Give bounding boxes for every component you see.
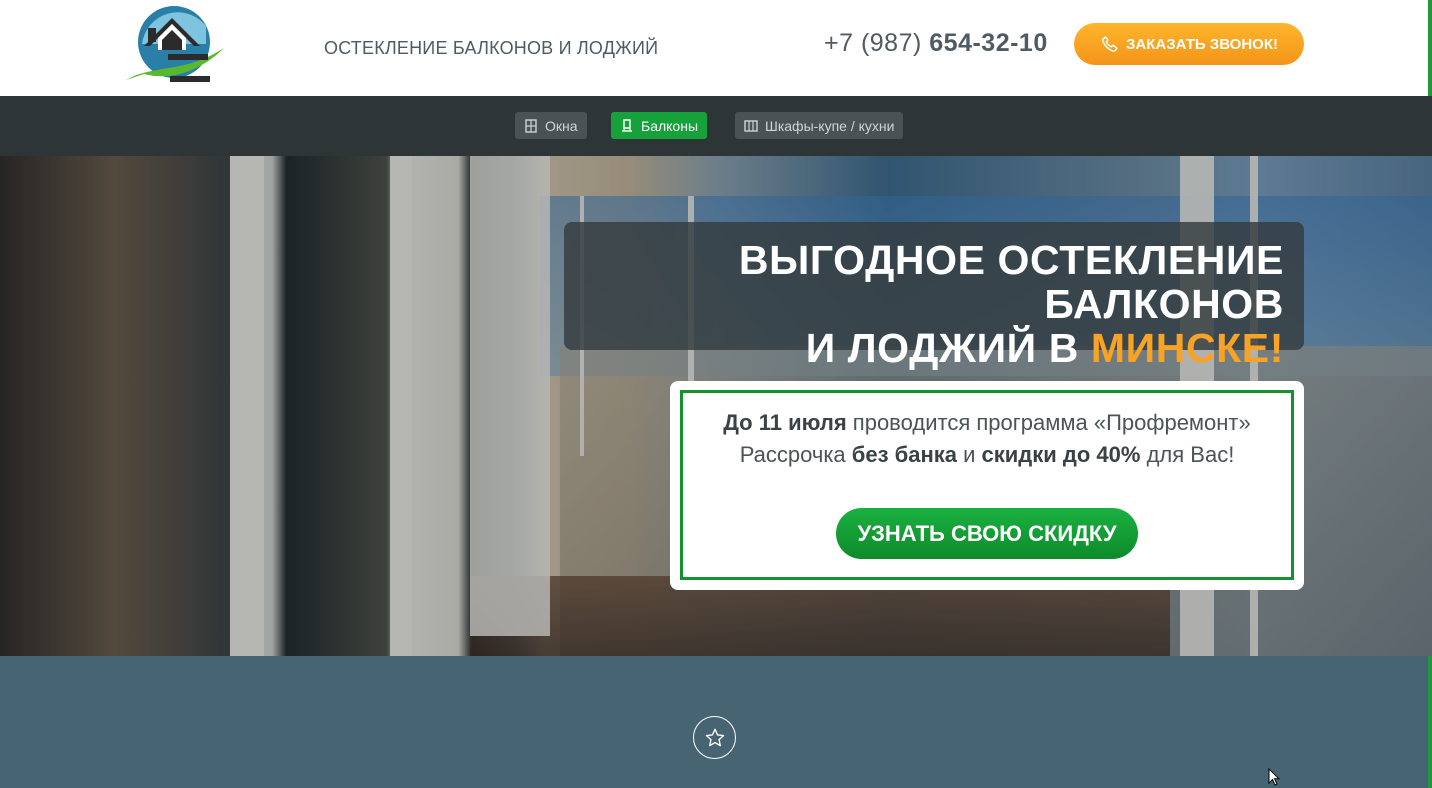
balcony-icon (622, 118, 632, 132)
features-section (0, 656, 1432, 788)
nav-item-windows[interactable]: Окна (515, 112, 587, 139)
site-header: ОСТЕКЛЕНИЕ БАЛКОНОВ И ЛОДЖИЙ +7 (987) 65… (0, 0, 1432, 96)
window-icon (525, 118, 537, 133)
promo-line-1: До 11 июля проводится программа «Профрем… (683, 407, 1291, 439)
star-icon (705, 728, 724, 746)
star-badge (693, 716, 736, 759)
headline-line-1: ВЫГОДНОЕ ОСТЕКЛЕНИЕ БАЛКОНОВ (738, 237, 1284, 327)
promo-program-text: проводится программа «Профремонт» (846, 410, 1251, 435)
promo-no-bank: без банка (851, 442, 958, 467)
headline-line-2-text: И ЛОДЖИЙ В (805, 325, 1091, 371)
hero-headline: ВЫГОДНОЕ ОСТЕКЛЕНИЕ БАЛКОНОВ И ЛОДЖИЙ В … (564, 222, 1304, 370)
headline-city: МИНСКЕ! (1090, 325, 1284, 371)
phone-number[interactable]: +7 (987) 654-32-10 (824, 29, 1048, 58)
promo-line-2: Рассрочка без банка и скидки до 40% для … (683, 439, 1291, 471)
phone-icon (1102, 36, 1118, 52)
promo-discount: скидки до 40% (981, 442, 1141, 467)
nav-label-wardrobes: Шкафы-купе / кухни (765, 117, 895, 134)
mouse-cursor-icon (1268, 768, 1280, 786)
nav-item-wardrobes[interactable]: Шкафы-купе / кухни (735, 112, 904, 139)
nav-label-windows: Окна (545, 117, 578, 134)
callback-label: ЗАКАЗАТЬ ЗВОНОК! (1126, 35, 1278, 53)
promo-text-b: и (957, 442, 982, 467)
promo-text-c: для Вас! (1140, 442, 1235, 467)
phone-main: 654-32-10 (929, 29, 1048, 57)
company-logo[interactable] (124, 4, 228, 88)
phone-prefix: +7 (987) (824, 29, 930, 57)
nav-label-balconies: Балконы (641, 117, 699, 134)
site-tagline: ОСТЕКЛЕНИЕ БАЛКОНОВ И ЛОДЖИЙ (324, 38, 659, 58)
headline-line-2: И ЛОДЖИЙ В МИНСКЕ! (584, 326, 1284, 370)
promo-text-a: Рассрочка (739, 442, 852, 467)
nav-item-balconies[interactable]: Балконы (611, 112, 708, 139)
wardrobe-icon (744, 119, 758, 132)
promo-date: До 11 июля (723, 410, 847, 435)
promo-card: До 11 июля проводится программа «Профрем… (670, 381, 1304, 590)
get-discount-button[interactable]: УЗНАТЬ СВОЮ СКИДКУ (836, 508, 1138, 559)
promo-card-border: До 11 июля проводится программа «Профрем… (680, 390, 1294, 580)
order-callback-button[interactable]: ЗАКАЗАТЬ ЗВОНОК! (1074, 23, 1304, 65)
category-nav: Окна Балконы Шкафы-купе / кухни (0, 96, 1432, 156)
